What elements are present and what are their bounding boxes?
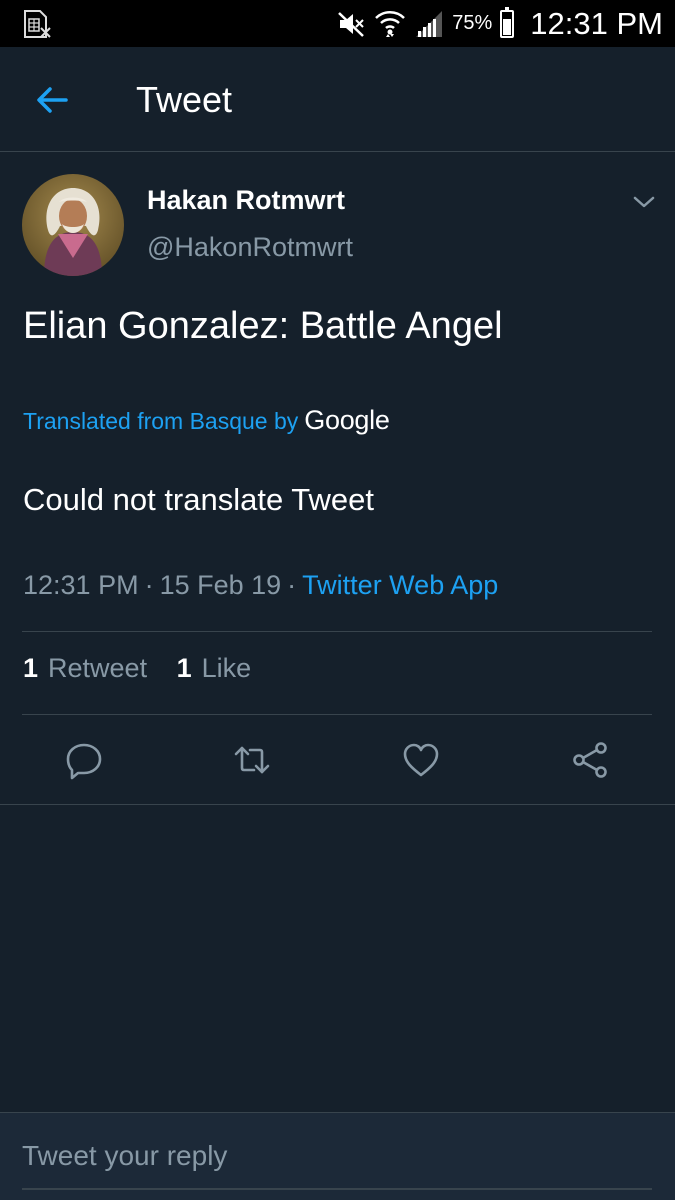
reply-bar (0, 1112, 675, 1200)
translated-from-label: Translated from Basque by (23, 408, 299, 434)
reply-underline (22, 1188, 652, 1190)
like-count: 1 (176, 653, 192, 683)
like-count-link[interactable]: 1 Like (177, 653, 252, 683)
page-title: Tweet (136, 79, 233, 120)
tweet-text: Elian Gonzalez: Battle Angel (23, 305, 503, 347)
avatar[interactable] (22, 174, 124, 276)
like-label: Like (201, 653, 252, 683)
tweet-meta: 12:31 PM · 15 Feb 19 · Twitter Web App (23, 570, 498, 601)
author-name[interactable]: Hakan Rotmwrt (147, 185, 345, 216)
tweet-source-link[interactable]: Twitter Web App (302, 570, 498, 600)
divider (22, 714, 652, 715)
tweet-time: 12:31 PM (23, 570, 139, 600)
share-icon[interactable] (570, 740, 610, 780)
retweet-label: Retweet (48, 653, 148, 683)
app-bar: Tweet (0, 47, 675, 152)
author-handle[interactable]: @HakonRotmwrt (147, 232, 353, 263)
tweet-stats: 1 Retweet 1 Like (23, 653, 273, 684)
arrow-left-icon[interactable] (34, 82, 70, 118)
clock: 12:31 PM (530, 5, 663, 41)
sim-card-icon (24, 9, 51, 38)
reply-input[interactable] (22, 1133, 652, 1179)
battery-icon (500, 6, 515, 38)
wifi-icon (375, 10, 406, 37)
retweet-count: 1 (23, 653, 39, 683)
chevron-down-icon[interactable] (630, 190, 658, 214)
translation-attribution[interactable]: Translated from Basque by Google (23, 405, 390, 436)
divider (22, 631, 652, 632)
translation-text: Could not translate Tweet (23, 482, 374, 517)
google-logo: Google (304, 405, 390, 435)
divider (0, 804, 675, 805)
reply-icon[interactable] (64, 740, 104, 780)
like-icon[interactable] (401, 740, 441, 780)
tweet-date: 15 Feb 19 (159, 570, 282, 600)
battery-percent: 75% (452, 12, 493, 34)
retweet-count-link[interactable]: 1 Retweet (23, 653, 147, 683)
mute-icon (338, 11, 365, 37)
status-bar: 75% 12:31 PM (0, 0, 675, 47)
meta-separator: · (144, 570, 154, 600)
retweet-icon[interactable] (232, 740, 272, 780)
signal-icon (416, 10, 443, 37)
meta-separator: · (287, 570, 297, 600)
